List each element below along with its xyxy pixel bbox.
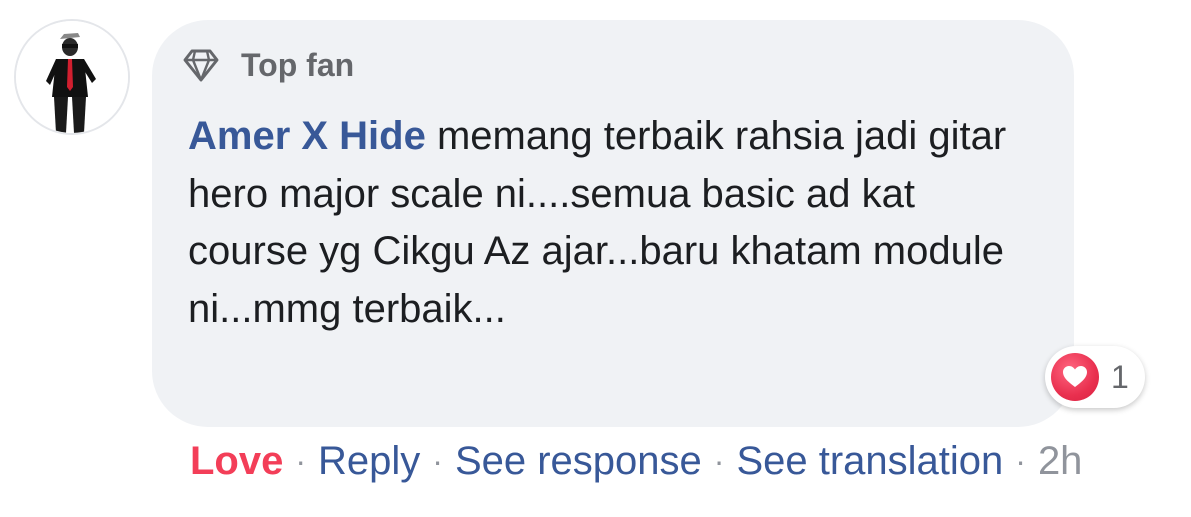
comment-timestamp[interactable]: 2h [1038, 439, 1083, 484]
comment-author-link[interactable]: Amer X Hide [188, 114, 426, 158]
heart-icon [1051, 353, 1099, 401]
comment-body: Amer X Hide memang terbaik rahsia jadi g… [188, 108, 1038, 338]
separator-dot: · [1015, 442, 1026, 479]
separator-dot: · [713, 442, 725, 479]
love-button[interactable]: Love [190, 439, 283, 484]
avatar[interactable] [14, 19, 130, 135]
diamond-icon [183, 49, 219, 82]
top-fan-badge: Top fan [181, 45, 354, 85]
reply-button[interactable]: Reply [318, 439, 420, 484]
comment-actions: Love · Reply · See response · See transl… [190, 437, 1082, 485]
reaction-summary[interactable]: 1 [1045, 346, 1145, 408]
reaction-count: 1 [1111, 358, 1129, 395]
badge-label: Top fan [241, 46, 355, 83]
see-translation-link[interactable]: See translation [736, 439, 1003, 484]
avatar-photo [16, 21, 128, 133]
separator-dot: · [432, 442, 443, 479]
separator-dot: · [295, 442, 307, 479]
see-response-link[interactable]: See response [455, 439, 702, 484]
